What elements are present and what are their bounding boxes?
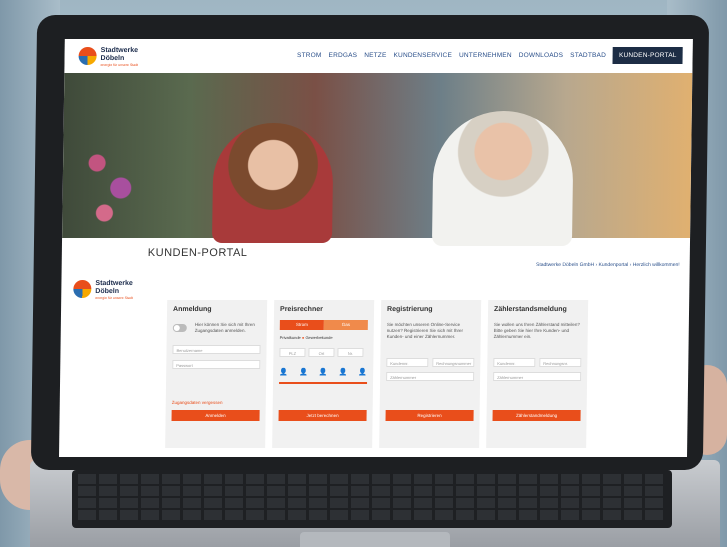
password-field[interactable]: Passwort bbox=[172, 360, 261, 369]
logo-icon bbox=[73, 280, 92, 298]
register-title: Registrierung bbox=[387, 306, 433, 313]
price-title: Preisrechner bbox=[280, 306, 323, 313]
login-title: Anmeldung bbox=[173, 306, 212, 313]
person-left bbox=[211, 123, 334, 243]
meter-customer-field[interactable]: Kundennr. bbox=[493, 358, 536, 367]
flowers-image bbox=[72, 133, 154, 233]
customer-type: Privatkunde ● Gewerbekunde bbox=[279, 335, 333, 340]
tab-strom[interactable]: Strom bbox=[279, 320, 324, 330]
persons-selector[interactable]: 👤 👤 👤 👤 👤 bbox=[279, 368, 367, 376]
meter-counter-field[interactable]: Zählernummer bbox=[493, 372, 582, 381]
main-menu: STROM ERDGAS NETZE KUNDENSERVICE UNTERNE… bbox=[297, 47, 683, 64]
meter-panel: Zählerstandsmeldung Sie wollen uns Ihren… bbox=[486, 300, 589, 448]
customer-number-field[interactable]: Kundennr. bbox=[386, 358, 429, 367]
calculate-button[interactable]: Jetzt berechnen bbox=[278, 410, 367, 421]
register-button[interactable]: Registrieren bbox=[385, 410, 474, 421]
number-field[interactable]: Nr. bbox=[337, 348, 364, 357]
login-toggle[interactable] bbox=[172, 324, 187, 332]
person-icon: 👤 bbox=[318, 369, 328, 376]
meter-invoice-field[interactable]: Rechnungsnr. bbox=[539, 358, 582, 367]
nav-kundenservice[interactable]: KUNDENSERVICE bbox=[393, 52, 452, 59]
trackpad bbox=[300, 532, 450, 547]
tab-gas[interactable]: Gas bbox=[323, 320, 368, 330]
price-panel: Preisrechner Strom Gas Privatkunde ● Gew… bbox=[272, 300, 375, 448]
meter-button[interactable]: Zählerstandmeldung bbox=[492, 410, 581, 421]
keyboard bbox=[72, 470, 672, 528]
register-text: Sie möchten unseren Online-Service nutze… bbox=[386, 322, 464, 339]
logo-name: Stadtwerke Döbeln bbox=[95, 280, 133, 295]
login-text: Hier können Sie sich mit Ihren Zugangsda… bbox=[194, 322, 255, 333]
person-icon: 👤 bbox=[298, 369, 308, 376]
city-field[interactable]: Ort bbox=[308, 348, 335, 357]
person-icon: 👤 bbox=[279, 369, 288, 376]
website-screen: Stadtwerke Döbeln energie für unsere Sta… bbox=[59, 39, 693, 457]
consumption-slider[interactable] bbox=[279, 382, 368, 384]
nav-strom[interactable]: STROM bbox=[297, 52, 322, 59]
logo-name: Stadtwerke Döbeln bbox=[100, 47, 139, 62]
top-navigation: Stadtwerke Döbeln energie für unsere Sta… bbox=[64, 39, 693, 73]
forgot-link[interactable]: Zugangsdaten vergessen bbox=[172, 400, 223, 405]
nav-erdgas[interactable]: ERDGAS bbox=[329, 52, 358, 59]
meter-title: Zählerstandsmeldung bbox=[494, 306, 567, 313]
nav-downloads[interactable]: DOWNLOADS bbox=[519, 52, 564, 59]
logo-tagline: energie für unsere Stadt bbox=[95, 296, 133, 300]
business-option[interactable]: Gewerbekunde bbox=[305, 335, 332, 340]
person-right bbox=[431, 111, 574, 246]
laptop-lid: Stadtwerke Döbeln energie für unsere Sta… bbox=[30, 15, 710, 470]
nav-unternehmen[interactable]: UNTERNEHMEN bbox=[459, 52, 512, 59]
person-icon: 👤 bbox=[358, 369, 368, 376]
nav-kunden-portal[interactable]: KUNDEN-PORTAL bbox=[612, 47, 683, 64]
portal-panels: Anmeldung Hier können Sie sich mit Ihren… bbox=[165, 300, 593, 448]
price-tabs: Strom Gas bbox=[279, 320, 368, 330]
plz-field[interactable]: PLZ bbox=[279, 348, 306, 357]
login-panel: Anmeldung Hier können Sie sich mit Ihren… bbox=[165, 300, 268, 448]
price-inputs: PLZ Ort Nr. bbox=[279, 348, 364, 357]
login-button[interactable]: Anmelden bbox=[171, 410, 260, 421]
page-title: KUNDEN-PORTAL bbox=[147, 247, 248, 259]
logo-icon bbox=[78, 47, 97, 65]
nav-netze[interactable]: NETZE bbox=[364, 52, 386, 59]
meter-number-field[interactable]: Rechnungsnummer bbox=[432, 358, 475, 367]
username-field[interactable]: Benutzername bbox=[172, 345, 261, 354]
person-icon: 👤 bbox=[338, 369, 348, 376]
logo-tagline: energie für unsere Stadt bbox=[100, 63, 139, 67]
nav-stadtbad[interactable]: STADTBAD bbox=[570, 52, 606, 59]
breadcrumb: Stadtwerke Döbeln GmbH › Kundenportal › … bbox=[535, 262, 680, 268]
private-option[interactable]: Privatkunde bbox=[280, 335, 301, 340]
meter-text: Sie wollen uns Ihren Zählerstand mitteil… bbox=[493, 322, 580, 339]
counter-number-field[interactable]: Zählernummer bbox=[386, 372, 475, 381]
register-panel: Registrierung Sie möchten unseren Online… bbox=[379, 300, 482, 448]
hero-image bbox=[62, 73, 693, 246]
